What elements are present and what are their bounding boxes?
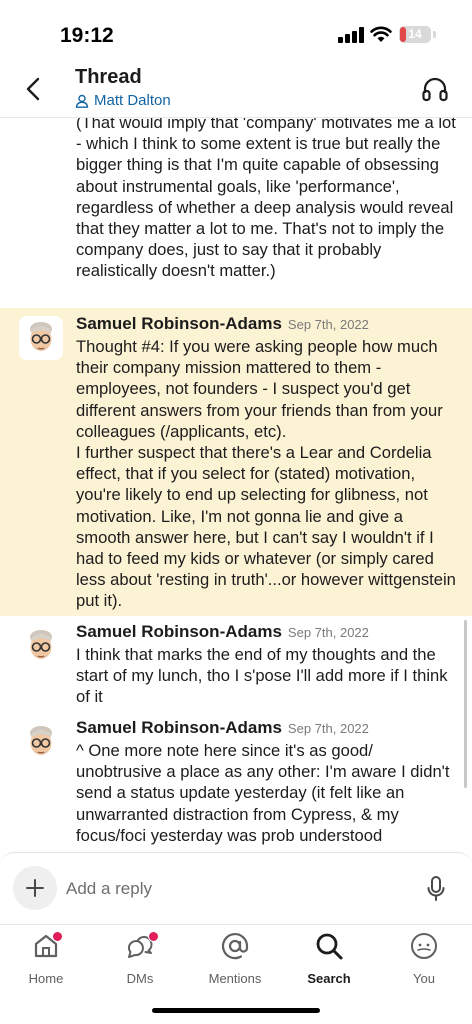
tab-you[interactable]: You <box>384 931 464 991</box>
avatar-memoji-icon <box>19 316 63 360</box>
status-time: 19:12 <box>60 24 114 47</box>
avatar[interactable] <box>19 624 63 668</box>
tab-label: Mentions <box>208 971 262 986</box>
notification-badge <box>52 931 63 942</box>
message-author[interactable]: Samuel Robinson-Adams <box>76 314 282 334</box>
message-item[interactable]: Samuel Robinson-Adams Sep 7th, 2022 ^ On… <box>0 712 472 852</box>
message-timestamp: Sep 7th, 2022 <box>287 317 369 332</box>
page-title: Thread <box>75 66 142 88</box>
message-text: ^ One more note here since it's as good/… <box>76 741 455 845</box>
profile-icon <box>411 933 437 959</box>
headphones-icon[interactable] <box>421 76 449 102</box>
tab-mentions[interactable]: Mentions <box>195 931 275 991</box>
thread-header: Thread Matt Dalton <box>0 60 472 118</box>
avatar[interactable] <box>19 720 63 764</box>
message-item-highlighted[interactable]: Samuel Robinson-Adams Sep 7th, 2022 Thou… <box>0 308 472 616</box>
scrollbar[interactable] <box>464 620 467 788</box>
tab-label: Home <box>28 971 64 986</box>
message-list[interactable]: (That would imply that 'company' motivat… <box>0 118 472 852</box>
message-timestamp: Sep 7th, 2022 <box>287 721 369 736</box>
avatar-memoji-icon <box>19 624 63 668</box>
back-button[interactable] <box>18 72 50 106</box>
reply-input[interactable] <box>66 877 396 901</box>
message-timestamp: Sep 7th, 2022 <box>287 625 369 640</box>
add-attachment-button[interactable] <box>13 866 57 910</box>
home-indicator[interactable] <box>152 1008 320 1013</box>
tab-label: DMs <box>126 971 154 986</box>
status-bar: 19:12 14 <box>0 0 472 60</box>
channel-link[interactable]: Matt Dalton <box>75 92 171 109</box>
notification-badge <box>148 931 159 942</box>
tab-label: You <box>413 971 435 986</box>
tab-label: Search <box>307 971 351 986</box>
cellular-signal-icon <box>338 27 364 43</box>
battery-level: 14 <box>408 27 422 41</box>
message-text: I think that marks the end of my thought… <box>76 645 453 707</box>
tab-dms[interactable]: DMs <box>100 931 180 991</box>
wifi-icon <box>370 26 392 42</box>
search-icon <box>316 933 343 960</box>
message-author[interactable]: Samuel Robinson-Adams <box>76 718 282 738</box>
plus-icon <box>26 879 44 897</box>
message-item[interactable]: (That would imply that 'company' motivat… <box>0 118 472 308</box>
tab-home[interactable]: Home <box>6 931 86 991</box>
avatar[interactable] <box>19 316 63 360</box>
tab-search[interactable]: Search <box>289 931 369 991</box>
battery-icon: 14 <box>399 26 431 43</box>
channel-name: Matt Dalton <box>94 92 171 109</box>
person-icon <box>75 94 89 108</box>
avatar-memoji-icon <box>19 720 63 764</box>
reply-composer <box>0 852 472 924</box>
message-author[interactable]: Samuel Robinson-Adams <box>76 622 282 642</box>
microphone-icon[interactable] <box>426 875 446 903</box>
message-text: Thought #4: If you were asking people ho… <box>76 337 456 611</box>
message-item[interactable]: Samuel Robinson-Adams Sep 7th, 2022 I th… <box>0 616 472 712</box>
at-sign-icon <box>221 933 249 960</box>
message-text: (That would imply that 'company' motivat… <box>76 118 461 281</box>
